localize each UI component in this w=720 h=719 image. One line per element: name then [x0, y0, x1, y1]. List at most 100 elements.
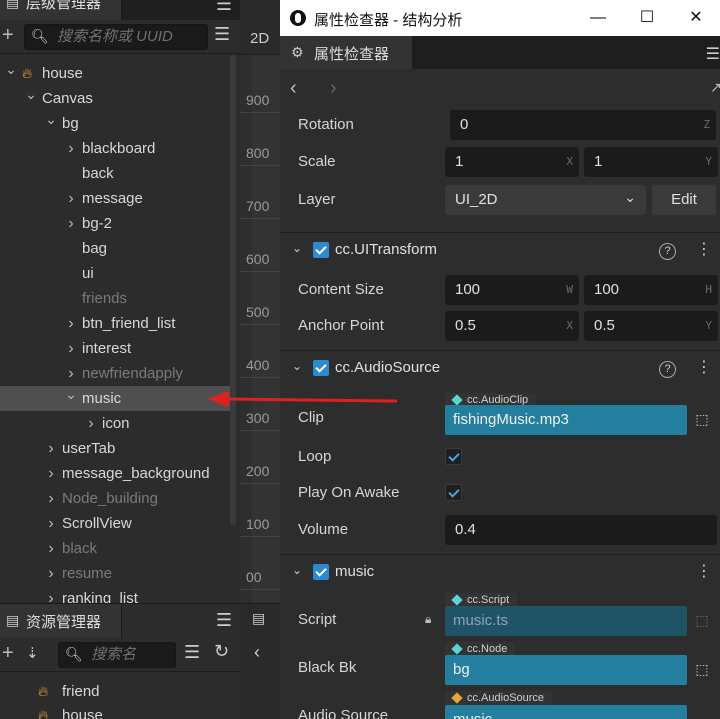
tree-node[interactable]: › userTab	[0, 436, 232, 461]
help-icon[interactable]: ?	[659, 361, 676, 378]
nav-back-icon[interactable]: ‹	[290, 77, 297, 100]
anchor-x-field[interactable]: 0.5 X	[445, 311, 579, 341]
pin-icon[interactable]: ↗	[710, 79, 720, 96]
loop-checkbox[interactable]	[445, 448, 462, 465]
tree-node[interactable]: › message_background	[0, 461, 232, 486]
chevron-right-icon[interactable]: ›	[44, 511, 58, 536]
assets-menu-icon[interactable]: ☰	[216, 610, 232, 631]
music-section-header[interactable]: ⌄ music ⋮	[280, 554, 720, 590]
chevron-down-icon[interactable]: ⌄	[64, 382, 78, 407]
list-view-icon[interactable]: ☰	[214, 24, 230, 45]
layer-edit-button[interactable]: Edit	[652, 185, 716, 215]
clip-value-box[interactable]: fishingMusic.mp3	[445, 405, 687, 435]
tree-node-label: interest	[82, 340, 132, 357]
menu-icon[interactable]: ☰	[706, 44, 720, 64]
tree-node[interactable]: bag	[0, 236, 232, 261]
rotation-field[interactable]: 0 Z	[450, 110, 716, 140]
assets-search[interactable]: 🔍︎	[58, 642, 176, 668]
sort-icon[interactable]: ⇣	[26, 644, 39, 662]
play-on-awake-checkbox[interactable]	[445, 484, 462, 501]
tree-node[interactable]: › resume	[0, 561, 232, 586]
scale-x-field[interactable]: 1 X	[445, 147, 579, 177]
tree-node[interactable]: ⌄ music	[0, 386, 232, 411]
chevron-right-icon[interactable]: ›	[44, 561, 58, 586]
uitransform-enabled-checkbox[interactable]	[313, 242, 329, 258]
axis-label: Y	[705, 155, 712, 168]
tree-node[interactable]: ⌄ Canvas	[0, 86, 232, 111]
chevron-right-icon[interactable]: ›	[44, 586, 58, 603]
chevron-right-icon[interactable]: ›	[64, 211, 78, 236]
refresh-icon[interactable]: ↻	[214, 641, 229, 662]
black-bk-value: bg	[453, 661, 470, 678]
tree-node[interactable]: › Node_building	[0, 486, 232, 511]
picker-icon[interactable]: ⬚	[691, 658, 713, 680]
add-node-icon[interactable]: +	[2, 24, 14, 47]
hierarchy-tab[interactable]: ▤ 层级管理器	[0, 0, 122, 20]
hierarchy-scrollbar[interactable]	[230, 55, 236, 525]
tree-node[interactable]: › bg-2	[0, 211, 232, 236]
content-width-field[interactable]: 100 W	[445, 275, 579, 305]
tree-node[interactable]: › interest	[0, 336, 232, 361]
music-enabled-checkbox[interactable]	[313, 564, 329, 580]
chevron-right-icon[interactable]: ›	[64, 186, 78, 211]
hierarchy-search-input[interactable]	[57, 28, 207, 45]
more-icon[interactable]: ⋮	[696, 357, 712, 377]
tree-node[interactable]: back	[0, 161, 232, 186]
audiosource-enabled-checkbox[interactable]	[313, 360, 329, 376]
assets-search-input[interactable]	[91, 646, 171, 663]
chevron-right-icon[interactable]: ›	[64, 136, 78, 161]
tree-node-label: black	[62, 540, 98, 557]
tree-node[interactable]: › black	[0, 536, 232, 561]
close-icon[interactable]: ✕	[684, 6, 708, 30]
add-asset-icon[interactable]: +	[2, 642, 14, 665]
list-view-icon[interactable]: ☰	[184, 642, 200, 663]
anchor-y-field[interactable]: 0.5 Y	[584, 311, 718, 341]
black-bk-value-box[interactable]: bg	[445, 655, 687, 685]
tree-node[interactable]: › btn_friend_list	[0, 311, 232, 336]
chevron-down-icon[interactable]: ⌄	[44, 107, 58, 132]
more-icon[interactable]: ⋮	[696, 239, 712, 259]
audio-source-field[interactable]: music	[445, 705, 717, 719]
tree-node[interactable]: › ScrollView	[0, 511, 232, 536]
picker-icon[interactable]: ⬚	[691, 408, 713, 430]
clip-field[interactable]: fishingMusic.mp3 ⬚	[445, 405, 717, 435]
tree-node[interactable]: › blackboard	[0, 136, 232, 161]
chevron-right-icon[interactable]: ›	[44, 436, 58, 461]
tree-node[interactable]: friends	[0, 286, 232, 311]
more-icon[interactable]: ⋮	[696, 561, 712, 581]
tree-node[interactable]: › message	[0, 186, 232, 211]
chevron-right-icon[interactable]: ›	[64, 311, 78, 336]
tree-node[interactable]: › newfriendapply	[0, 361, 232, 386]
chevron-right-icon[interactable]: ›	[44, 486, 58, 511]
volume-field[interactable]: 0.4	[445, 515, 717, 545]
layer-select[interactable]: UI_2D ⌄	[445, 185, 646, 215]
nav-forward-icon[interactable]: ›	[330, 77, 337, 100]
content-height-field[interactable]: 100 H	[584, 275, 718, 305]
chevron-right-icon[interactable]: ›	[44, 461, 58, 486]
tree-node[interactable]: › icon	[0, 411, 232, 436]
uitransform-section-header[interactable]: ⌄ cc.UITransform ? ⋮	[280, 232, 720, 268]
inspector-tab[interactable]: ⚙ 属性检查器	[280, 36, 412, 69]
chevron-right-icon[interactable]: ›	[44, 536, 58, 561]
back-arrow-icon[interactable]: ‹	[254, 642, 260, 663]
hierarchy-menu-icon[interactable]: ☰	[216, 0, 232, 15]
audio-source-value-box[interactable]: music	[445, 705, 687, 719]
help-icon[interactable]: ?	[659, 243, 676, 260]
chevron-right-icon[interactable]: ›	[64, 336, 78, 361]
assets-tab[interactable]: ▤ 资源管理器	[0, 604, 122, 638]
black-bk-field[interactable]: bg ⬚	[445, 655, 717, 685]
hierarchy-search[interactable]: 🔍︎	[24, 24, 208, 50]
mode-2d-button[interactable]: 2D	[250, 30, 269, 47]
tree-node[interactable]: › ranking_list	[0, 586, 232, 603]
annotation-arrow	[207, 391, 398, 407]
maximize-icon[interactable]: ☐	[635, 6, 659, 30]
chevron-down-icon[interactable]: ⌄	[24, 82, 38, 107]
chevron-down-icon[interactable]: ⌄	[4, 57, 18, 82]
audiosource-section-header[interactable]: ⌄ cc.AudioSource ? ⋮	[280, 350, 720, 386]
chevron-right-icon[interactable]: ›	[84, 411, 98, 436]
tree-node[interactable]: ⌄ bg	[0, 111, 232, 136]
inspector-window: 属性检查器 - 结构分析 — ☐ ✕ ⚙ 属性检查器 ☰ ‹ › ↗ Rotat…	[280, 0, 720, 719]
tree-node[interactable]: ui	[0, 261, 232, 286]
scale-y-field[interactable]: 1 Y	[584, 147, 718, 177]
minimize-icon[interactable]: —	[586, 6, 610, 30]
